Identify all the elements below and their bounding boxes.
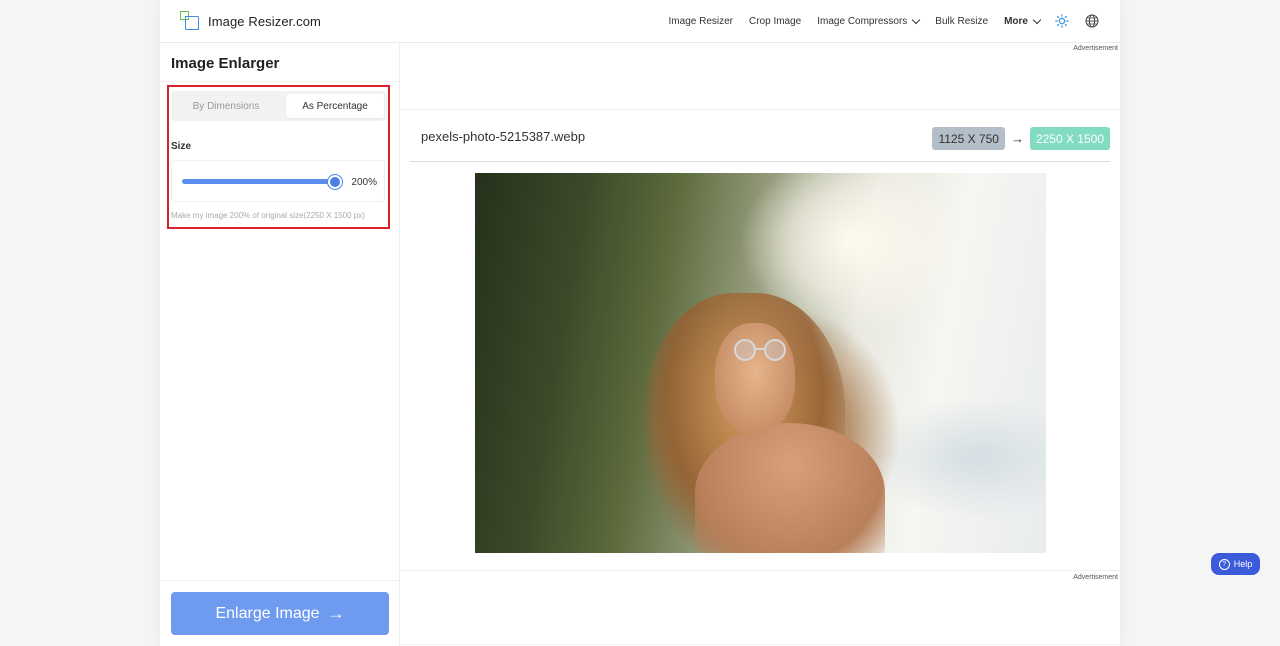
divider [400,570,1120,571]
size-slider-track[interactable] [182,175,342,189]
file-name: pexels-photo-5215387.webp [421,129,586,144]
enlarge-image-label: Enlarge Image [215,604,320,622]
top-header: Image Resizer.com Image Resizer Crop Ima… [160,0,1120,43]
new-dimensions-badge: 2250 X 1500 [1029,127,1110,150]
preview-area: Advertisement pexels-photo-5215387.webp … [400,43,1120,646]
size-slider-handle[interactable] [328,175,342,189]
globe-icon [1085,14,1099,28]
theme-toggle-button[interactable] [1054,13,1070,29]
arrow-right-icon: → [1010,131,1024,146]
divider [400,644,1120,645]
resize-mode-tabs: By Dimensions As Percentage [171,91,387,121]
original-dimensions-badge: 1125 X 750 [932,127,1005,150]
main-nav: Image Resizer Crop Image Image Compresso… [653,0,1100,42]
divider [160,81,399,82]
enlarge-image-button[interactable]: Enlarge Image → [171,592,389,635]
photo-detail [695,423,885,553]
sun-icon [1055,14,1069,28]
nav-more-label: More [1004,15,1028,27]
advertisement-label-top: Advertisement [1073,45,1118,52]
image-preview [475,173,1046,553]
size-label: Size [171,141,192,152]
resize-logo-icon [180,11,200,31]
chevron-down-icon [912,15,921,24]
size-slider-container: 200% [171,160,385,202]
language-button[interactable] [1084,13,1100,29]
nav-image-resizer[interactable]: Image Resizer [669,16,733,27]
nav-image-compressors[interactable]: Image Compressors [817,15,921,27]
nav-bulk-resize[interactable]: Bulk Resize [935,16,988,27]
nav-more[interactable]: More [1004,15,1042,27]
brand-name: Image Resizer.com [208,13,321,29]
chevron-down-icon [1032,15,1042,24]
size-slider-fill [182,179,335,184]
help-button[interactable]: ? Help [1211,553,1260,575]
nav-crop-image[interactable]: Crop Image [749,16,801,27]
divider [400,109,1120,110]
tab-by-dimensions[interactable]: By Dimensions [174,94,278,118]
question-icon: ? [1218,558,1230,570]
divider [410,161,1110,162]
page-title: Image Enlarger [171,55,280,72]
brand[interactable]: Image Resizer.com [180,11,321,31]
advertisement-label-bottom: Advertisement [1073,574,1118,581]
help-label: Help [1233,559,1253,569]
tab-as-percentage[interactable]: As Percentage [286,94,384,118]
app-window: Image Resizer.com Image Resizer Crop Ima… [160,0,1120,646]
size-slider-value: 200% [351,177,377,188]
sidebar: Image Enlarger By Dimensions As Percenta… [160,43,400,646]
dimension-change: 1125 X 750 → 2250 X 1500 [932,127,1110,150]
size-hint: Make my image 200% of original size(2250… [171,211,365,220]
nav-image-compressors-label: Image Compressors [817,15,908,27]
divider [160,580,399,581]
arrow-right-icon: → [327,603,345,623]
photo-detail [734,339,786,361]
